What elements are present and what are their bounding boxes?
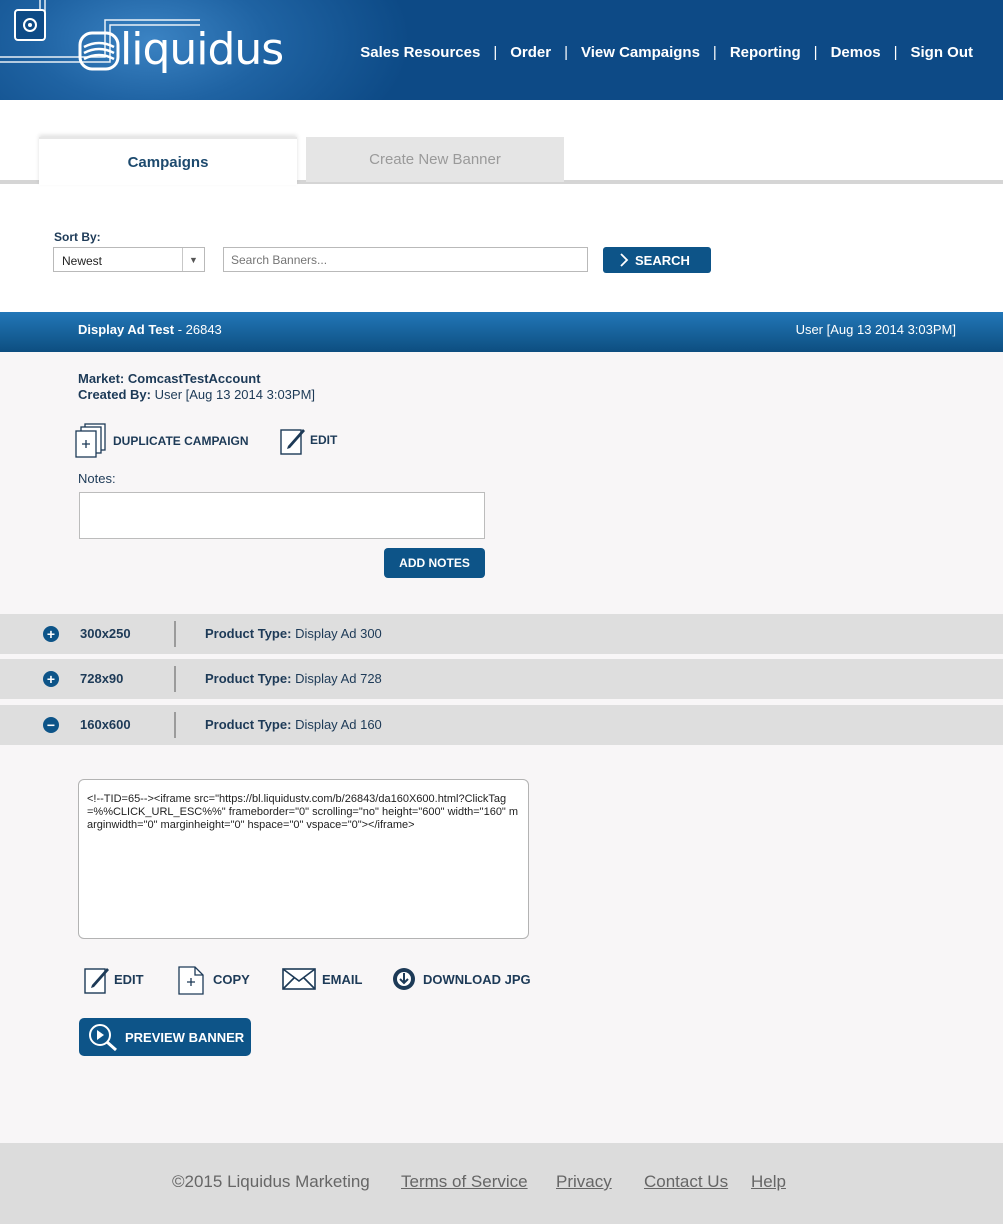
market-value: ComcastTestAccount [127,371,261,386]
sort-select[interactable]: Newest ▼ [53,247,205,272]
download-icon [393,968,415,990]
collapse-icon[interactable]: − [43,717,59,733]
sort-selected-value: Newest [62,254,103,268]
chevron-right-icon [620,253,629,267]
footer-link-contact[interactable]: Contact Us [644,1172,728,1192]
edit-icon [280,429,305,455]
preview-magnifier-icon [89,1024,117,1051]
edit-icon [84,968,109,994]
nav-sales-resources[interactable]: Sales Resources [360,44,480,61]
edit-banner-label: EDIT [114,971,144,987]
market-label: Market: [78,371,125,386]
site-header: liquidus Sales Resources | Order | View … [0,0,1003,100]
brand-logo[interactable]: liquidus [120,24,284,75]
campaign-id: - 26843 [174,322,222,337]
row-divider [174,712,176,738]
tab-campaigns[interactable]: Campaigns [39,137,297,185]
footer-link-privacy[interactable]: Privacy [556,1172,612,1192]
duplicate-campaign-label: DUPLICATE CAMPAIGN [113,434,249,448]
site-footer: ©2015 Liquidus Marketing Terms of Servic… [0,1143,1003,1224]
edit-campaign-label: EDIT [310,433,338,447]
expand-icon[interactable]: + [43,626,59,642]
download-jpg-button[interactable]: DOWNLOAD JPG [392,967,531,991]
product-type-value: Display Ad 728 [295,671,382,686]
nav-separator: | [493,44,498,61]
product-type-label: Product Type: [205,671,292,686]
search-input[interactable] [223,247,588,272]
footer-link-terms[interactable]: Terms of Service [401,1172,528,1192]
sort-label: Sort By: [54,230,101,244]
filter-panel [0,100,1003,312]
nav-order[interactable]: Order [510,44,551,61]
market-line: Market: ComcastTestAccount [78,371,261,386]
footer-copyright: ©2015 Liquidus Marketing [172,1172,370,1191]
copy-banner-button[interactable]: COPY [178,963,250,995]
duplicate-icon [75,423,106,458]
email-banner-label: EMAIL [322,971,363,987]
add-notes-button[interactable]: ADD NOTES [384,548,485,578]
copy-banner-label: COPY [213,971,250,987]
notes-label: Notes: [78,471,116,486]
product-type: Product Type: Display Ad 300 [205,626,382,641]
banner-row[interactable]: + 728x90 Product Type: Display Ad 728 [0,659,1003,699]
liquidus-wave-icon [78,31,120,71]
product-type-label: Product Type: [205,717,292,732]
campaign-name: Display Ad Test [78,322,175,337]
nav-separator: | [712,44,717,61]
product-type-label: Product Type: [205,626,292,641]
banner-row[interactable]: − 160x600 Product Type: Display Ad 160 [0,705,1003,745]
edit-campaign-button[interactable]: EDIT [280,425,337,455]
product-type: Product Type: Display Ad 160 [205,717,382,732]
created-by-label: Created By: [78,387,151,402]
expand-icon[interactable]: + [43,671,59,687]
row-divider [174,621,176,647]
notes-textarea[interactable] [79,492,485,539]
chevron-down-icon[interactable]: ▼ [182,248,204,271]
banner-size: 728x90 [80,671,124,686]
preview-banner-label: PREVIEW BANNER [125,1029,245,1045]
tab-create-new-banner[interactable]: Create New Banner [306,137,564,182]
campaign-header-bar[interactable]: Display Ad Test - 26843 User [Aug 13 201… [0,312,1003,352]
nav-separator: | [813,44,818,61]
nav-demos[interactable]: Demos [831,44,881,61]
row-divider [174,666,176,692]
nav-view-campaigns[interactable]: View Campaigns [581,44,700,61]
campaign-title: Display Ad Test - 26843 [78,322,222,337]
banner-size: 300x250 [80,626,131,641]
banner-size: 160x600 [80,717,131,732]
email-icon [282,968,316,990]
edit-banner-button[interactable]: EDIT [84,964,144,994]
campaign-created: User [Aug 13 2014 3:03PM] [795,322,956,337]
banner-row[interactable]: + 300x250 Product Type: Display Ad 300 [0,614,1003,654]
nav-separator: | [564,44,568,61]
duplicate-campaign-button[interactable]: DUPLICATE CAMPAIGN [75,423,249,459]
created-by-value: User [Aug 13 2014 3:03PM] [154,387,316,402]
search-button[interactable]: SEARCH [603,247,711,273]
nav-sign-out[interactable]: Sign Out [911,44,974,61]
download-jpg-label: DOWNLOAD JPG [423,971,531,987]
copy-icon [178,966,204,995]
preview-banner-button[interactable]: PREVIEW BANNER [79,1018,251,1056]
product-type-value: Display Ad 300 [295,626,382,641]
search-button-label: SEARCH [635,252,690,268]
product-type: Product Type: Display Ad 728 [205,671,382,686]
footer-link-help[interactable]: Help [751,1172,786,1192]
nav-reporting[interactable]: Reporting [730,44,801,61]
created-by-line: Created By: User [Aug 13 2014 3:03PM] [78,387,315,402]
email-banner-button[interactable]: EMAIL [282,967,362,991]
main-nav: Sales Resources | Order | View Campaigns… [360,44,973,61]
embed-code-textarea[interactable]: <!--TID=65--><iframe src="https://bl.liq… [78,779,529,939]
product-type-value: Display Ad 160 [295,717,382,732]
nav-separator: | [893,44,898,61]
